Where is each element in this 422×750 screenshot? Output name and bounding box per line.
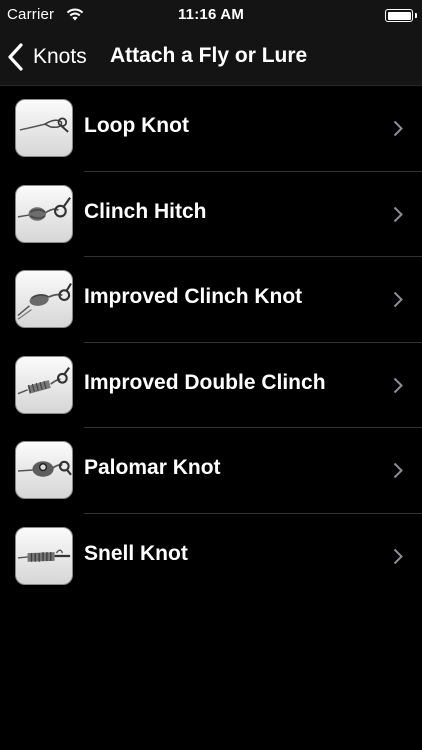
navigation-bar: Knots Attach a Fly or Lure	[0, 30, 422, 86]
knot-list: Loop Knot Clinch Hitch Improved Clinch K…	[0, 86, 422, 599]
item-label: Improved Double Clinch	[84, 370, 326, 394]
loop-knot-icon	[15, 99, 73, 157]
page-title: Attach a Fly or Lure	[110, 44, 308, 67]
battery-icon	[385, 9, 413, 22]
chevron-right-icon	[393, 462, 403, 479]
back-label: Knots	[33, 45, 87, 68]
list-item[interactable]: Improved Clinch Knot	[0, 257, 422, 343]
chevron-right-icon	[393, 206, 403, 222]
list-item[interactable]: Loop Knot	[0, 86, 422, 172]
item-label: Loop Knot	[84, 114, 189, 137]
chevron-right-icon	[393, 291, 403, 308]
status-bar: Carrier 11:16 AM	[0, 0, 422, 30]
clinch-hitch-icon	[15, 184, 73, 243]
list-item[interactable]: Snell Knot	[0, 514, 422, 600]
palomar-knot-icon	[15, 441, 73, 499]
improved-double-clinch-icon	[15, 355, 73, 414]
clock: 11:16 AM	[177, 6, 245, 23]
item-label: Snell Knot	[84, 541, 188, 565]
list-item[interactable]: Clinch Hitch	[0, 172, 422, 258]
item-label: Clinch Hitch	[84, 199, 207, 223]
chevron-right-icon	[393, 377, 403, 393]
item-label: Palomar Knot	[84, 456, 221, 479]
improved-clinch-knot-icon	[15, 270, 73, 328]
battery-tip	[415, 13, 417, 18]
snell-knot-icon	[15, 526, 73, 585]
item-label: Improved Clinch Knot	[84, 285, 303, 308]
chevron-right-icon	[393, 548, 403, 564]
chevron-right-icon	[393, 120, 403, 137]
list-item[interactable]: Improved Double Clinch	[0, 343, 422, 429]
list-item[interactable]: Palomar Knot	[0, 428, 422, 514]
back-button[interactable]: Knots	[8, 40, 87, 74]
back-chevron-icon	[8, 43, 23, 71]
